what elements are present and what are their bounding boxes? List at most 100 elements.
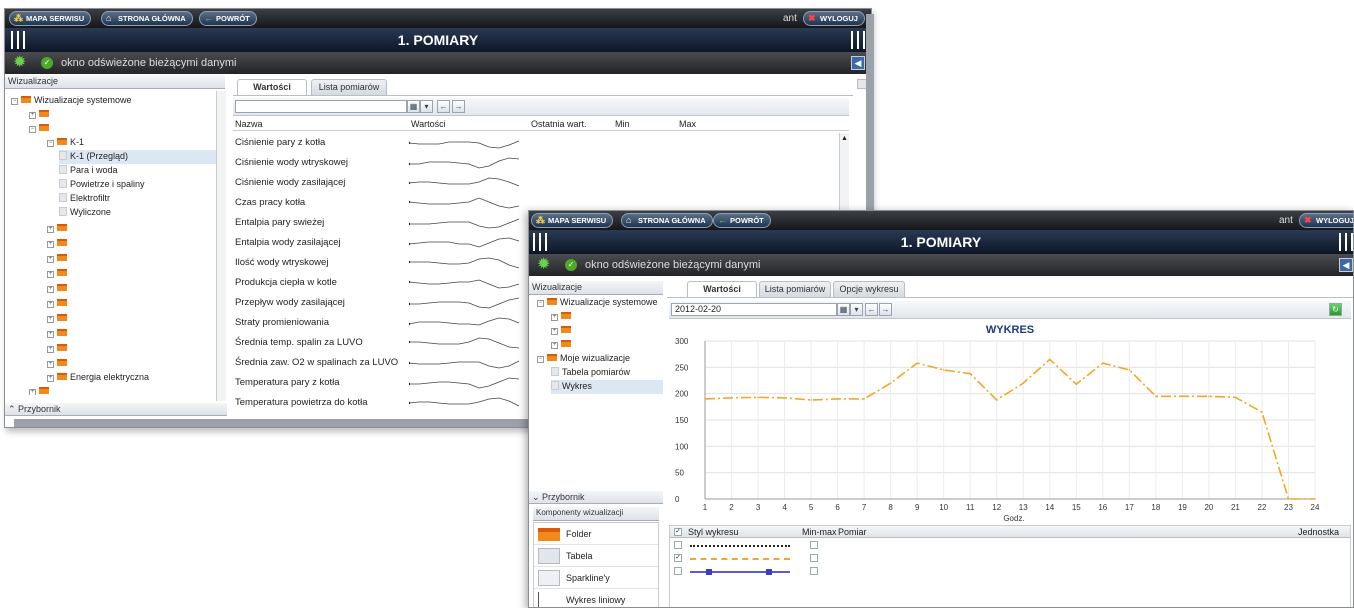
tree-scrollbar[interactable] xyxy=(216,91,226,401)
username: ant xyxy=(1279,215,1293,226)
tree-node[interactable]: + xyxy=(47,237,70,251)
select-all-checkbox[interactable]: ✓ xyxy=(674,528,682,536)
tab-measure-list[interactable]: Lista pomiarów xyxy=(759,281,831,297)
sitemap-button[interactable]: ⁂ MAPA SERWISU xyxy=(9,11,92,26)
prev-arrow-icon[interactable]: ← xyxy=(437,100,450,113)
x-tick-label: 20 xyxy=(1204,503,1213,512)
chevron-down-icon[interactable]: ▾ xyxy=(420,100,433,113)
data-point xyxy=(1102,362,1104,364)
tree-node[interactable]: + xyxy=(47,327,70,341)
back-button[interactable]: ← POWRÓT xyxy=(199,11,257,26)
tree-node[interactable]: + xyxy=(47,252,70,266)
tab-chart-options[interactable]: Opcje wykresu xyxy=(833,281,905,297)
tree-node[interactable]: + xyxy=(47,297,70,311)
tree-node[interactable]: + xyxy=(29,108,52,122)
speaker-icon[interactable]: ◀ xyxy=(851,56,865,70)
components-header: Komponenty wizualizacji xyxy=(533,507,659,521)
next-arrow-icon[interactable]: → xyxy=(879,303,892,316)
tree-node-system[interactable]: − Wizualizacje systemowe xyxy=(11,94,132,108)
tree-leaf[interactable]: Elektrofiltr xyxy=(59,192,110,206)
marker-icon xyxy=(766,569,772,575)
sitemap-button[interactable]: ⁂ MAPA SERWISU xyxy=(531,213,614,228)
tree-node[interactable]: + xyxy=(47,357,70,371)
x-tick-label: 19 xyxy=(1178,503,1187,512)
tree-leaf[interactable]: Para i woda xyxy=(59,164,118,178)
component-table[interactable]: Tabela xyxy=(534,545,658,567)
toolbox-header[interactable]: ⌃ Przybornik xyxy=(5,403,227,416)
tree-node-mine[interactable]: − Moje wizualizacje xyxy=(537,352,630,366)
tree-node[interactable]: + xyxy=(551,324,574,338)
sparkline xyxy=(409,218,520,229)
back-button[interactable]: ← POWRÓT xyxy=(713,213,771,228)
folder-icon xyxy=(57,224,67,231)
home-button[interactable]: ⌂ STRONA GŁÓWNA xyxy=(621,213,713,228)
tree-node-k1[interactable]: − K-1 xyxy=(47,136,84,150)
minmax-checkbox[interactable] xyxy=(810,567,818,575)
minmax-checkbox[interactable] xyxy=(810,554,818,562)
tree-leaf[interactable]: Powietrze i spaliny xyxy=(59,178,145,192)
folder-icon xyxy=(547,354,557,361)
tree-node-system[interactable]: − Wizualizacje systemowe xyxy=(537,296,658,310)
refresh-icon[interactable]: ↻ xyxy=(1329,303,1342,316)
tree-node[interactable]: + xyxy=(47,282,70,296)
measure-name: Temperatura pary z kotła xyxy=(235,377,340,388)
tab-values[interactable]: Wartości xyxy=(237,79,307,96)
calendar-icon[interactable]: ▦ xyxy=(837,303,850,316)
data-point xyxy=(704,398,706,400)
date-input[interactable] xyxy=(235,100,407,113)
chart-background xyxy=(667,321,1353,521)
date-input[interactable]: 2012-02-20 xyxy=(671,303,837,316)
home-button[interactable]: ⌂ STRONA GŁÓWNA xyxy=(101,11,193,26)
tree-node[interactable]: + xyxy=(551,338,574,352)
status-text: okno odświeżone bieżącymi danymi xyxy=(585,259,761,271)
tree-node[interactable]: + xyxy=(47,267,70,281)
tree-node[interactable]: + xyxy=(47,222,70,236)
tab-bar: Wartości Lista pomiarów xyxy=(233,79,853,96)
prev-arrow-icon[interactable]: ← xyxy=(865,303,878,316)
next-arrow-icon[interactable]: → xyxy=(452,100,465,113)
tree-node[interactable]: − xyxy=(29,122,52,136)
data-point xyxy=(1075,383,1078,385)
tree-leaf[interactable]: Wyliczone xyxy=(59,206,111,220)
series-checkbox[interactable] xyxy=(674,567,682,575)
minmax-checkbox[interactable] xyxy=(810,541,818,549)
series-checkbox[interactable] xyxy=(674,541,682,549)
table-row[interactable]: Ciśnienie wody zasilającej xyxy=(233,173,843,193)
bars-icon xyxy=(11,31,25,49)
close-icon: ✖ xyxy=(808,13,816,23)
tree-node[interactable]: + xyxy=(29,385,52,395)
x-tick-label: 12 xyxy=(992,503,1001,512)
component-sparklines[interactable]: Sparkline'y xyxy=(534,567,658,589)
calendar-icon[interactable]: ▦ xyxy=(407,100,420,113)
tree-leaf-table[interactable]: Tabela pomiarów xyxy=(551,366,630,380)
toolbox-header[interactable]: ⌄ Przybornik xyxy=(529,491,663,504)
tree-node[interactable]: + xyxy=(551,310,574,324)
legend-header: ✓ Styl wykresu Min-max Pomiar Jednostka xyxy=(670,526,1350,538)
tab-measure-list[interactable]: Lista pomiarów xyxy=(311,79,387,95)
gear-icon[interactable]: ✹ xyxy=(537,257,553,273)
series-checkbox[interactable]: ✓ xyxy=(674,554,682,562)
legend-row xyxy=(670,566,1350,577)
logout-button[interactable]: ✖ WYLOGUJ xyxy=(803,11,865,26)
tree-node-energy[interactable]: + Energia elektryczna xyxy=(47,371,149,385)
tab-values[interactable]: Wartości xyxy=(687,281,757,298)
gear-icon[interactable]: ✹ xyxy=(13,55,29,71)
panel-header: Wizualizacje xyxy=(5,75,225,89)
tree-leaf-k1-overview[interactable]: K-1 (Przegląd) xyxy=(59,150,217,164)
tab-bar: Wartości Lista pomiarów Opcje wykresu xyxy=(667,281,1353,298)
sparkline xyxy=(409,237,520,248)
tree-node[interactable]: + xyxy=(47,312,70,326)
tree-leaf-chart[interactable]: Wykres xyxy=(551,380,663,394)
data-point xyxy=(863,398,865,400)
component-folder[interactable]: Folder xyxy=(534,523,658,545)
component-line-chart[interactable]: Wykres liniowy xyxy=(534,589,658,607)
line-chart-icon xyxy=(538,592,560,607)
tree-node[interactable]: + xyxy=(47,342,70,356)
y-tick-label: 200 xyxy=(675,390,689,399)
page-title: 1. POMIARY xyxy=(529,230,1353,254)
chevron-down-icon[interactable]: ▾ xyxy=(850,303,863,316)
table-row[interactable]: Ciśnienie pary z kotła xyxy=(233,133,843,153)
logout-button[interactable]: ✖ WYLOGUJ xyxy=(1299,213,1353,228)
speaker-icon[interactable]: ◀ xyxy=(1339,258,1353,272)
table-row[interactable]: Ciśnienie wody wtryskowej xyxy=(233,153,843,173)
